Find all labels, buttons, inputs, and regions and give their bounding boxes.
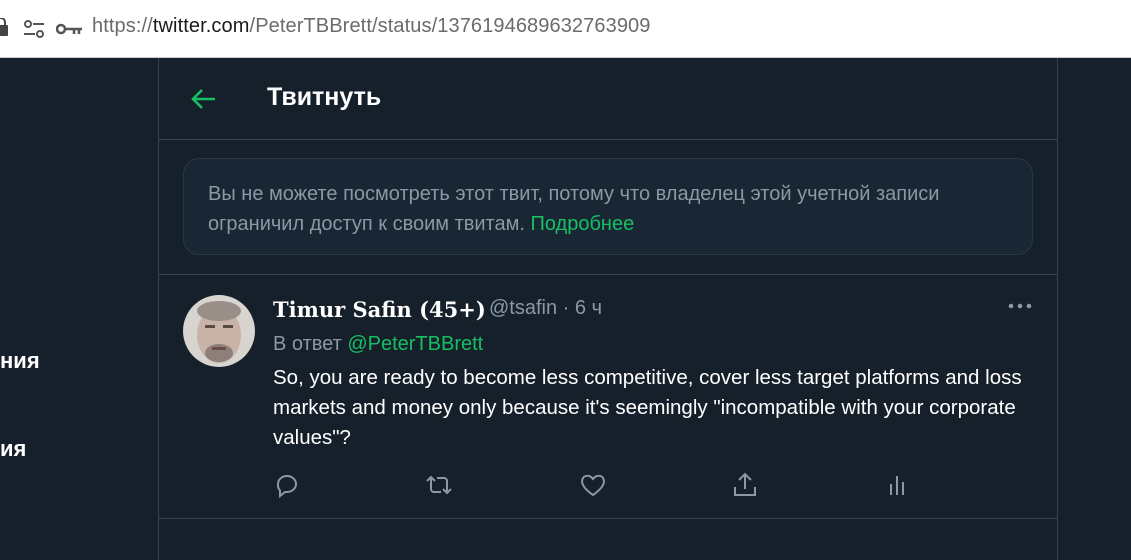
share-icon[interactable] bbox=[731, 471, 759, 499]
tweet[interactable]: Timur Safin (45+) @tsafin · 6 ч В ответ … bbox=[159, 275, 1057, 519]
tweet-time[interactable]: 6 ч bbox=[575, 297, 602, 319]
analytics-icon[interactable] bbox=[883, 471, 911, 499]
site-settings-icon[interactable] bbox=[24, 20, 44, 38]
retweet-icon[interactable] bbox=[425, 471, 453, 499]
url-prefix: https:// bbox=[92, 15, 153, 37]
avatar[interactable] bbox=[183, 295, 255, 367]
protected-tweet-notice: Вы не можете посмотреть этот твит, потом… bbox=[183, 158, 1033, 255]
author-handle[interactable]: @tsafin bbox=[489, 297, 557, 319]
reply-icon[interactable] bbox=[273, 471, 301, 499]
learn-more-link[interactable]: Подробнее bbox=[530, 213, 634, 235]
tweet-meta: @tsafin · 6 ч bbox=[489, 297, 602, 320]
back-arrow-icon[interactable] bbox=[189, 84, 219, 114]
reply-context: В ответ @PeterTBBrett bbox=[273, 333, 483, 356]
sidebar-item-partial[interactable]: ния bbox=[0, 348, 40, 374]
reply-to-handle[interactable]: @PeterTBBrett bbox=[347, 333, 483, 355]
main-column: Твитнуть Вы не можете посмотреть этот тв… bbox=[158, 58, 1058, 560]
key-icon[interactable] bbox=[56, 22, 82, 36]
lock-icon[interactable] bbox=[0, 18, 8, 36]
sidebar-item-partial-2[interactable]: ия bbox=[0, 436, 26, 462]
tweet-actions bbox=[273, 471, 1033, 501]
meta-separator: · bbox=[557, 297, 575, 319]
more-options-icon[interactable] bbox=[1005, 299, 1035, 313]
author-name[interactable]: Timur Safin (45+) bbox=[273, 297, 486, 322]
page-header: Твитнуть bbox=[159, 58, 1057, 140]
like-heart-icon[interactable] bbox=[579, 471, 607, 499]
url-host: twitter.com bbox=[152, 15, 250, 37]
reply-prefix: В ответ bbox=[273, 333, 348, 355]
url-path: /PeterTBBrett/status/1376194689632763909 bbox=[249, 15, 651, 37]
browser-address-bar[interactable]: https://twitter.com/PeterTBBrett/status/… bbox=[0, 0, 1131, 58]
tweet-text: So, you are ready to become less competi… bbox=[273, 366, 1022, 449]
url-text[interactable]: https://twitter.com/PeterTBBrett/status/… bbox=[92, 15, 651, 38]
page-title: Твитнуть bbox=[267, 83, 382, 111]
